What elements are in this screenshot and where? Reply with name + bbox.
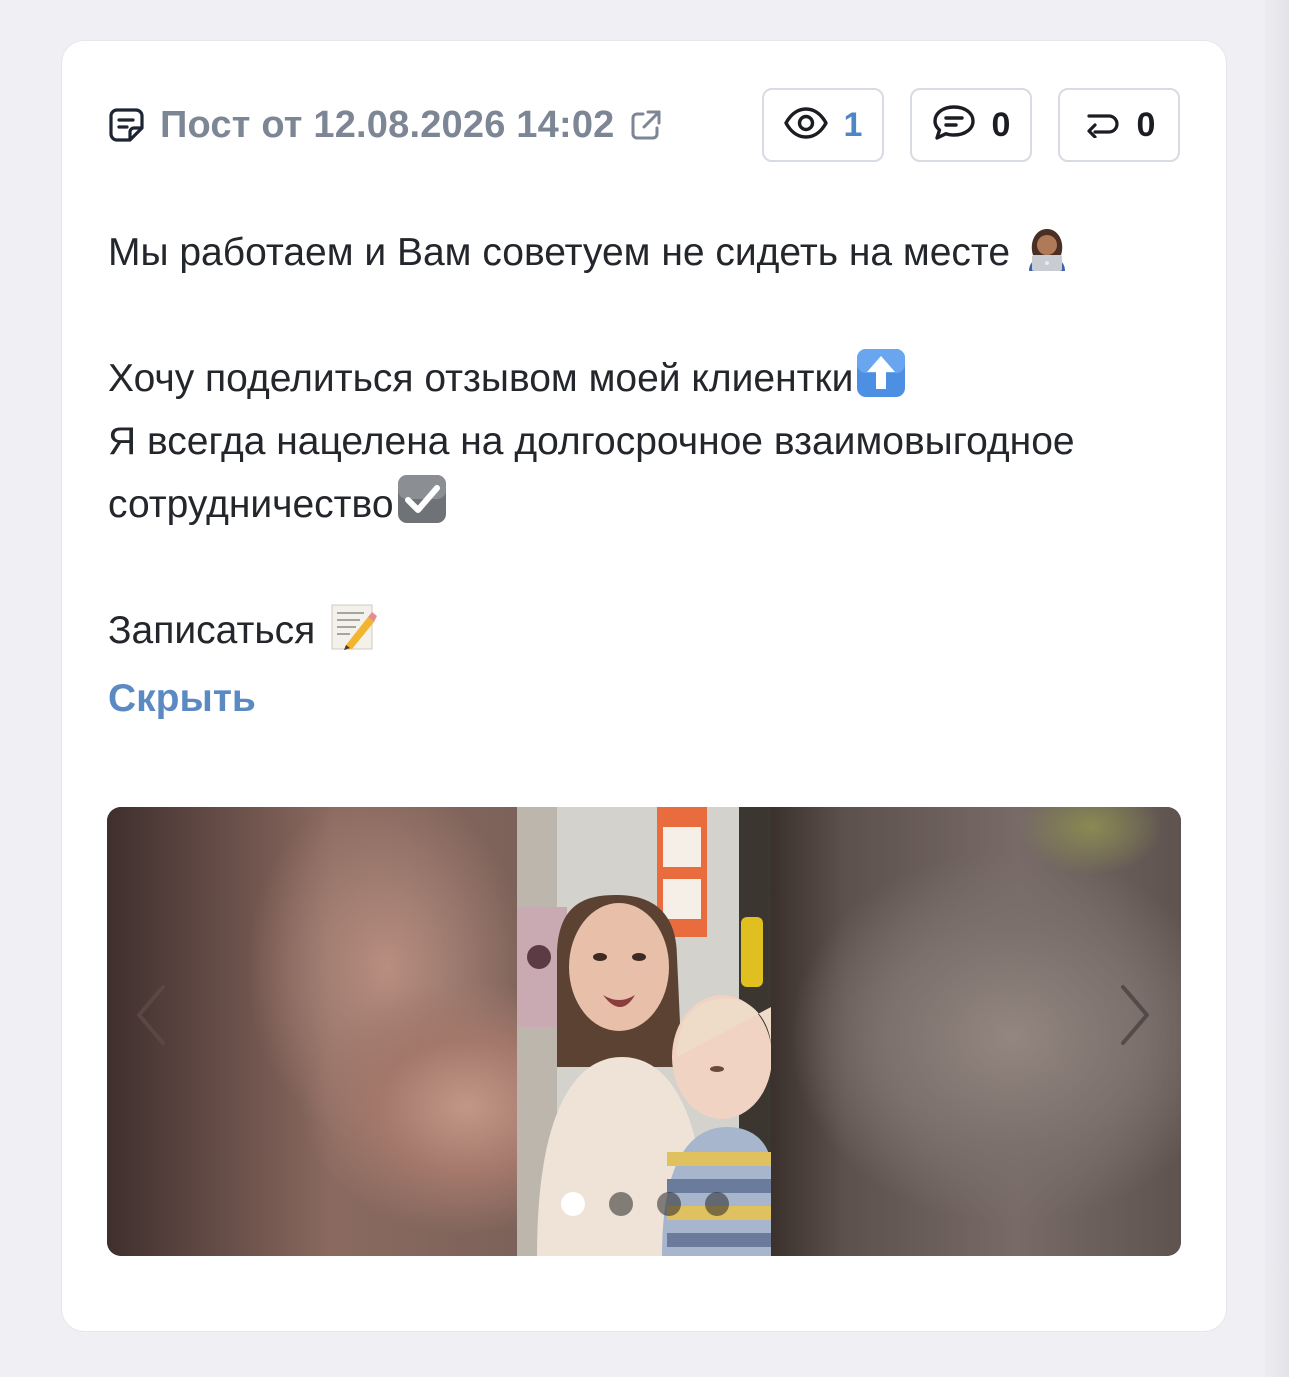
up-arrow-emoji [855,347,906,397]
memo-emoji [328,601,378,650]
post-text-line: Записаться [108,599,1188,662]
external-link-icon[interactable] [629,108,663,142]
media-carousel[interactable] [107,807,1181,1256]
post-card: Пост от 12.08.2026 14:02 1 0 0 Мы работа… [62,41,1226,1331]
views-button[interactable]: 1 [762,88,884,162]
repost-icon [1083,108,1121,143]
reposts-count: 0 [1136,105,1156,144]
reposts-button[interactable]: 0 [1058,88,1180,162]
chevron-left-icon [131,983,171,1052]
carousel-dot-3[interactable] [657,1192,681,1216]
carousel-pagination [561,1192,729,1216]
carousel-dot-4[interactable] [705,1192,729,1216]
post-stats: 1 0 0 [762,88,1180,162]
carousel-next-button[interactable] [1105,983,1165,1052]
post-title: Пост от 12.08.2026 14:02 [160,103,615,146]
post-text-line: сотрудничество [108,473,1188,536]
video-preview[interactable] [517,807,771,1256]
comments-count: 0 [991,105,1011,144]
note-icon [108,106,146,144]
chevron-right-icon [1115,983,1155,1052]
comment-icon [932,104,976,147]
post-text: Мы работаем и Вам советуем не сидеть на … [108,221,1188,662]
post-text-line: Мы работаем и Вам советуем не сидеть на … [108,221,1188,284]
views-count: 1 [843,105,863,144]
carousel-dot-2[interactable] [609,1192,633,1216]
post-text-line: Хочу поделиться отзывом моей клиентки [108,347,1188,410]
hide-text-link[interactable]: Скрыть [108,677,256,721]
carousel-dot-1[interactable] [561,1192,585,1216]
post-text-line: Я всегда нацелена на долгосрочное взаимо… [108,420,1075,463]
woman-technologist-emoji [1023,225,1071,273]
page-edge-shadow [1265,0,1289,1377]
comments-button[interactable]: 0 [910,88,1032,162]
eye-icon [783,106,828,144]
post-header: Пост от 12.08.2026 14:02 1 0 0 [108,87,1180,163]
check-box-emoji [396,473,446,523]
carousel-prev-button[interactable] [121,983,181,1052]
